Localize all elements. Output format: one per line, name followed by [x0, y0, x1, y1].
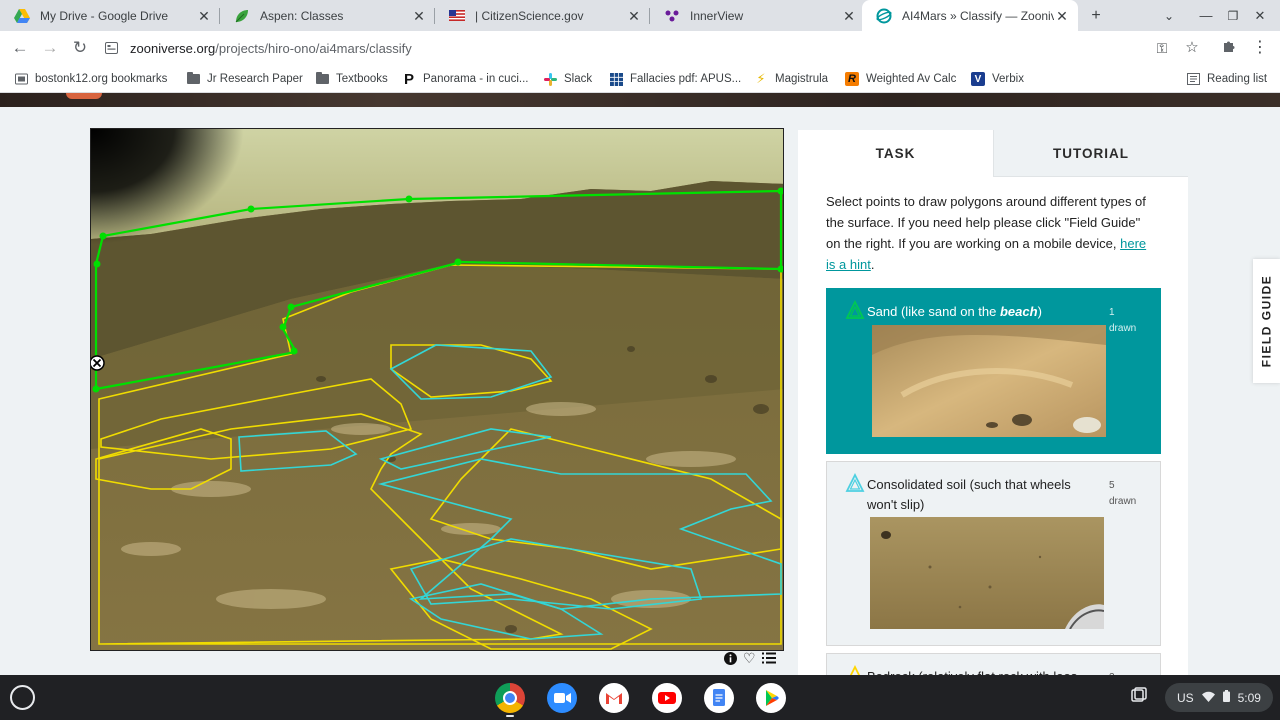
triangle-outline-icon — [849, 665, 861, 675]
innerview-icon — [664, 8, 680, 24]
info-icon[interactable] — [724, 652, 737, 668]
bookmark-verbix[interactable]: V Verbix — [971, 70, 1024, 88]
tab-aspen[interactable]: Aspen: Classes ✕ — [220, 0, 435, 31]
system-tray[interactable]: US 5:09 — [1165, 683, 1273, 712]
close-icon[interactable]: ✕ — [841, 8, 857, 24]
triangle-outline-icon — [845, 473, 865, 492]
close-window-icon[interactable]: ✕ — [1249, 5, 1271, 27]
choice-sand[interactable]: Sand (like sand on the beach) 1 drawn — [826, 288, 1161, 454]
clock: 5:09 — [1237, 690, 1261, 705]
field-guide-button[interactable]: FIELD GUIDE — [1253, 259, 1280, 383]
heart-icon[interactable]: ♡ — [743, 651, 756, 668]
panorama-icon: P — [403, 70, 414, 88]
verbix-icon: V — [971, 72, 985, 86]
task-panel: TASK TUTORIAL Select points to draw poly… — [798, 130, 1188, 675]
tab-task[interactable]: TASK — [798, 130, 993, 177]
close-icon[interactable]: ✕ — [196, 8, 212, 24]
site-info-icon[interactable] — [104, 41, 118, 55]
task-instructions: Select points to draw polygons around di… — [826, 194, 1147, 272]
bookmark-jr-research-paper[interactable]: Jr Research Paper — [186, 70, 303, 88]
forward-icon[interactable]: → — [38, 36, 62, 60]
close-icon[interactable]: ✕ — [411, 8, 427, 24]
new-tab-icon[interactable]: + — [1085, 5, 1107, 27]
tab-citizenscience[interactable]: | CitizenScience.gov ✕ — [435, 0, 650, 31]
bookmark-slack[interactable]: Slack — [543, 70, 592, 88]
ime-locale: US — [1176, 690, 1194, 705]
holding-space-icon[interactable] — [1128, 687, 1150, 709]
play-store-app-icon[interactable] — [756, 683, 786, 713]
folder-icon — [315, 72, 329, 86]
drawn-count: 5 drawn — [1109, 480, 1137, 507]
star-icon[interactable]: ☆ — [1180, 36, 1204, 60]
bookmark-magistrula[interactable]: ⚡ Magistrula — [754, 70, 828, 88]
close-icon[interactable]: ✕ — [626, 8, 642, 24]
subject-tools: ♡ — [724, 651, 776, 668]
restore-icon[interactable]: ❐ — [1222, 5, 1244, 27]
tab-tutorial[interactable]: TUTORIAL — [993, 130, 1188, 177]
reading-list-icon — [1186, 72, 1200, 86]
zooniverse-icon — [876, 8, 892, 24]
choice-label: Consolidated soil (such that wheels won'… — [867, 477, 1071, 512]
chromeos-shelf: US 5:09 — [0, 675, 1280, 720]
bookmark-bostonk12[interactable]: bostonk12.org bookmarks — [14, 70, 167, 88]
kebab-menu-icon[interactable]: ⋮ — [1248, 36, 1272, 60]
aspen-leaf-icon — [234, 8, 250, 24]
active-app-indicator — [506, 715, 514, 717]
tab-ai4mars[interactable]: AI4Mars » Classify — Zooniver ✕ — [862, 0, 1078, 31]
mars-surface-image[interactable] — [91, 129, 784, 651]
reload-icon[interactable]: ↻ — [68, 36, 92, 60]
gmail-app-icon[interactable] — [599, 683, 629, 713]
zooniverse-classify-page: ♡ TASK TUTORIAL Select points to draw po… — [0, 93, 1280, 675]
project-avatar — [66, 93, 102, 99]
bookmark-panorama[interactable]: P Panorama - in cuci... — [402, 70, 528, 88]
us-flag-icon — [449, 8, 465, 24]
choice-label: Bedrock (relatively flat rock with loos — [867, 667, 1099, 675]
sand-example-image — [872, 325, 1106, 437]
launcher-icon[interactable] — [10, 685, 35, 710]
extensions-icon[interactable] — [1217, 36, 1241, 60]
close-icon[interactable]: ✕ — [1054, 8, 1070, 24]
grid-icon — [609, 72, 623, 86]
subject-image-viewer[interactable] — [90, 128, 784, 651]
reading-list[interactable]: Reading list — [1186, 70, 1267, 88]
collections-list-icon[interactable] — [761, 652, 776, 668]
project-header-strip — [0, 93, 1280, 107]
chrome-app-icon[interactable] — [495, 683, 525, 713]
battery-icon — [1222, 690, 1230, 705]
browser-tab-strip: My Drive - Google Drive ✕ Aspen: Classes… — [0, 0, 1280, 31]
choice-bedrock[interactable]: Bedrock (relatively flat rock with loos … — [826, 653, 1161, 675]
choice-consolidated-soil[interactable]: Consolidated soil (such that wheels won'… — [826, 461, 1161, 646]
address-bar[interactable]: zooniverse.org/projects/hiro-ono/ai4mars… — [104, 36, 1214, 60]
google-docs-app-icon[interactable] — [704, 683, 734, 713]
tab-innerview[interactable]: InnerView ✕ — [650, 0, 865, 31]
triangle-outline-icon — [845, 300, 865, 319]
task-tabs: TASK TUTORIAL — [798, 130, 1188, 177]
zoom-app-icon[interactable] — [547, 683, 577, 713]
r-icon: R — [845, 72, 859, 86]
url-text: zooniverse.org/projects/hiro-ono/ai4mars… — [130, 40, 412, 56]
delete-polygon-icon[interactable] — [91, 355, 105, 371]
bookmark-weighted-av-calc[interactable]: R Weighted Av Calc — [845, 70, 956, 88]
slack-icon — [543, 72, 557, 86]
bookmarks-bar: bostonk12.org bookmarks Jr Research Pape… — [0, 65, 1280, 93]
folder-icon — [186, 72, 200, 86]
drawn-count: 1 drawn — [1109, 307, 1137, 334]
soil-example-image — [870, 517, 1104, 629]
bookmark-fallacies[interactable]: Fallacies pdf: APUS... — [609, 70, 741, 88]
browser-toolbar: ← → ↻ zooniverse.org/projects/hiro-ono/a… — [0, 31, 1280, 65]
minimize-icon[interactable]: — — [1195, 5, 1217, 27]
wifi-icon — [1201, 691, 1215, 705]
bookmark-folder-icon — [14, 72, 28, 86]
back-icon[interactable]: ← — [8, 36, 32, 60]
bookmark-textbooks[interactable]: Textbooks — [315, 70, 388, 88]
youtube-app-icon[interactable] — [652, 683, 682, 713]
tab-google-drive[interactable]: My Drive - Google Drive ✕ — [0, 0, 220, 31]
key-icon[interactable]: ⚿ — [1150, 36, 1174, 60]
choice-label: Sand (like sand on the beach) — [867, 304, 1042, 319]
chevron-down-icon[interactable]: ⌄ — [1158, 5, 1180, 27]
google-drive-icon — [14, 8, 30, 24]
lightning-icon: ⚡ — [756, 71, 766, 86]
